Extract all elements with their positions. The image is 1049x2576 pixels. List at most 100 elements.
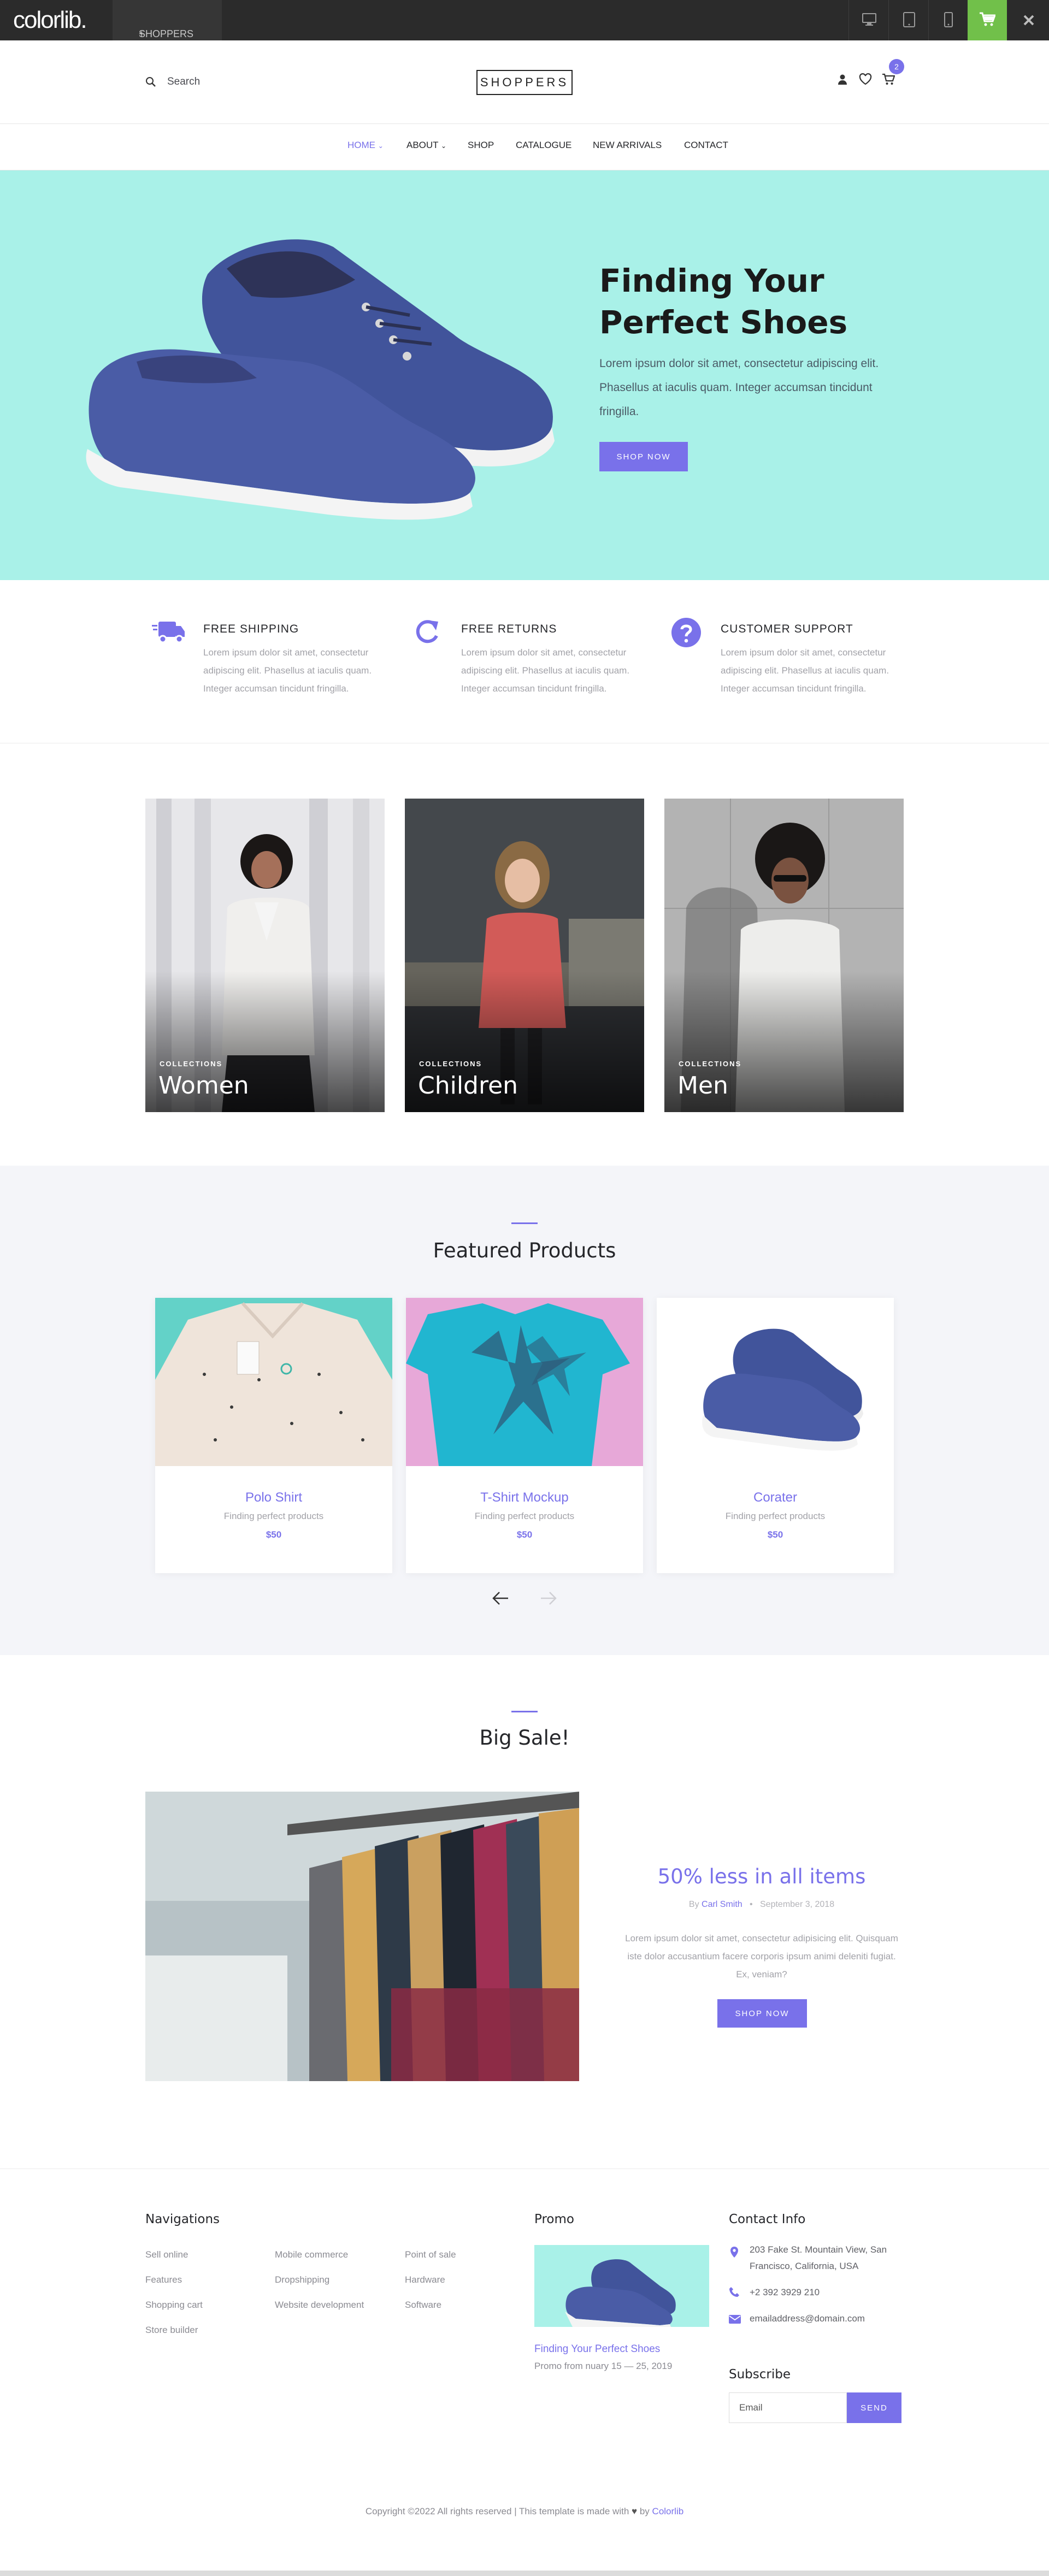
- feature-title-support: CUSTOMER SUPPORT: [721, 623, 853, 635]
- product-subtitle: Finding perfect products: [474, 1511, 575, 1521]
- colorlib-logo[interactable]: colorlib.: [13, 7, 87, 34]
- sale-author-link[interactable]: Carl Smith: [702, 1900, 742, 1909]
- collection-men[interactable]: COLLECTIONS Men: [664, 799, 904, 1112]
- desktop-view-button[interactable]: [848, 0, 888, 40]
- footer-link[interactable]: Sell online: [145, 2249, 188, 2260]
- hero-shop-now-button[interactable]: SHOP NOW: [599, 442, 688, 471]
- product-card-tshirt-mockup[interactable]: T-Shirt Mockup Finding perfect products …: [406, 1298, 643, 1573]
- help-icon: [671, 618, 701, 647]
- arrow-right-icon[interactable]: [540, 1591, 557, 1606]
- copyright: Copyright ©2022 All rights reserved | Th…: [0, 2506, 1049, 2517]
- page-bottom-strip: [0, 2571, 1049, 2576]
- nav-contact[interactable]: CONTACT: [684, 140, 728, 151]
- footer-link[interactable]: Software: [405, 2300, 441, 2311]
- sale-clothing-rack-image: [145, 1792, 579, 2081]
- footer-link[interactable]: Store builder: [145, 2325, 198, 2336]
- feature-title-shipping: FREE SHIPPING: [203, 623, 299, 635]
- contact-phone[interactable]: +2 392 3929 210: [750, 2284, 914, 2301]
- sale-description: Lorem ipsum dolor sit amet, consectetur …: [625, 1933, 898, 1980]
- accent-line: [511, 1711, 538, 1712]
- footer-link[interactable]: Mobile commerce: [275, 2249, 348, 2260]
- feature-text-returns: Lorem ipsum dolor sit amet, consectetur …: [461, 647, 630, 694]
- heart-icon[interactable]: [859, 73, 872, 85]
- footer-link[interactable]: Hardware: [405, 2274, 445, 2285]
- truck-icon: [152, 622, 185, 643]
- product-card-polo-shirt[interactable]: Polo Shirt Finding perfect products $50: [155, 1298, 392, 1573]
- polo-shirt-image: [155, 1298, 392, 1466]
- sale-by-label: By: [688, 1900, 699, 1909]
- email-icon: [729, 2315, 741, 2324]
- product-price: $50: [266, 1529, 282, 1540]
- copyright-by: by: [639, 2506, 650, 2516]
- hero-title: Finding Your Perfect Shoes: [599, 260, 938, 343]
- tablet-view-button[interactable]: [888, 0, 928, 40]
- product-subtitle: Finding perfect products: [725, 1511, 826, 1521]
- preview-bar: colorlib. + SHOPPERS: [0, 0, 1049, 40]
- subscribe-email-input[interactable]: [729, 2392, 847, 2423]
- cart-count-badge: 2: [889, 59, 904, 74]
- hero-description: Lorem ipsum dolor sit amet, consectetur …: [599, 357, 879, 418]
- search-icon[interactable]: [145, 76, 156, 87]
- buy-template-button[interactable]: [968, 0, 1007, 40]
- product-name[interactable]: T-Shirt Mockup: [406, 1490, 643, 1505]
- product-name[interactable]: Polo Shirt: [155, 1490, 392, 1505]
- mobile-view-button[interactable]: [928, 0, 968, 40]
- featured-products-title: Featured Products: [433, 1239, 616, 1262]
- contact-address: 203 Fake St. Mountain View, San Francisc…: [750, 2244, 887, 2271]
- collection-kicker: COLLECTIONS: [419, 1060, 482, 1068]
- sale-meta-bullet: •: [750, 1900, 753, 1909]
- collection-kicker: COLLECTIONS: [160, 1060, 223, 1068]
- footer-navigations-title: Navigations: [145, 2212, 220, 2226]
- footer-contact-title: Contact Info: [729, 2212, 806, 2226]
- tshirt-mockup-image: [406, 1298, 643, 1466]
- hero-section: Finding Your Perfect Shoes Lorem ipsum do…: [0, 170, 1049, 580]
- sale-shop-now-button[interactable]: SHOP NOW: [717, 1999, 807, 2028]
- user-icon[interactable]: [837, 74, 848, 86]
- cart-icon[interactable]: [882, 73, 895, 85]
- refresh-icon: [416, 620, 438, 643]
- footer-link[interactable]: Shopping cart: [145, 2300, 203, 2311]
- chevron-down-icon: ⌄: [441, 142, 447, 150]
- nav-catalogue[interactable]: CATALOGUE: [516, 140, 571, 151]
- feature-title-returns: FREE RETURNS: [461, 623, 557, 635]
- contact-email[interactable]: emailaddress@domain.com: [750, 2311, 914, 2327]
- feature-text-shipping: Lorem ipsum dolor sit amet, consectetur …: [203, 647, 372, 694]
- desktop-icon: [862, 13, 876, 26]
- footer-link[interactable]: Dropshipping: [275, 2274, 329, 2285]
- template-breadcrumb[interactable]: + SHOPPERS: [113, 0, 222, 40]
- footer-link[interactable]: Website development: [275, 2300, 364, 2311]
- nav-about[interactable]: ABOUT ⌄: [406, 140, 446, 151]
- hero-title-line2: Perfect Shoes: [599, 304, 848, 341]
- promo-shoe-image[interactable]: [534, 2245, 709, 2327]
- product-name[interactable]: Corater: [657, 1490, 894, 1505]
- colorlib-link[interactable]: Colorlib: [652, 2506, 684, 2516]
- site-logo[interactable]: SHOPPERS: [476, 70, 573, 95]
- collection-women[interactable]: COLLECTIONS Women: [145, 799, 385, 1112]
- feature-text-support: Lorem ipsum dolor sit amet, consectetur …: [721, 647, 889, 694]
- mobile-icon: [944, 12, 953, 27]
- close-preview-button[interactable]: [1009, 0, 1049, 40]
- sale-date: September 3, 2018: [760, 1900, 835, 1909]
- nav-home[interactable]: HOME ⌄: [347, 140, 384, 151]
- product-price: $50: [516, 1529, 533, 1540]
- footer-link[interactable]: Point of sale: [405, 2249, 456, 2260]
- corater-shoe-image: [657, 1298, 894, 1466]
- collection-children[interactable]: COLLECTIONS Children: [405, 799, 644, 1112]
- chevron-down-icon: ⌄: [378, 142, 384, 150]
- promo-date: Promo from nuary 15 — 25, 2019: [534, 2361, 673, 2371]
- close-icon: [1023, 15, 1034, 26]
- sale-headline[interactable]: 50% less in all items: [612, 1865, 911, 1888]
- nav-about-label: ABOUT: [406, 140, 439, 150]
- arrow-left-icon[interactable]: [492, 1591, 509, 1606]
- promo-link[interactable]: Finding Your Perfect Shoes: [534, 2343, 660, 2355]
- accent-line: [511, 1222, 538, 1224]
- search-input[interactable]: [167, 74, 276, 90]
- map-pin-icon: [730, 2247, 738, 2258]
- footer-link[interactable]: Features: [145, 2274, 182, 2285]
- nav-new-arrivals[interactable]: NEW ARRIVALS: [593, 140, 662, 151]
- product-card-corater[interactable]: Corater Finding perfect products $50: [657, 1298, 894, 1573]
- nav-shop[interactable]: SHOP: [468, 140, 494, 151]
- template-name: SHOPPERS: [139, 28, 194, 39]
- subscribe-send-button[interactable]: SEND: [847, 2392, 901, 2423]
- collection-name: Children: [418, 1072, 518, 1100]
